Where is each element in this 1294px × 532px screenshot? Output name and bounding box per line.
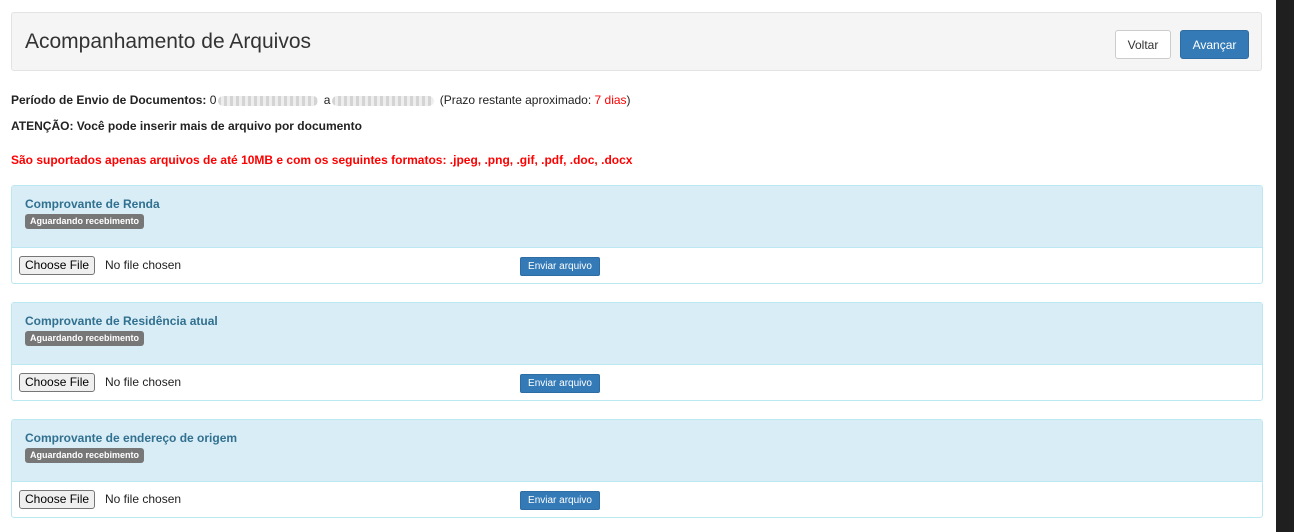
submission-period: Período de Envio de Documentos: 0 a (Pra… xyxy=(11,93,631,107)
document-title: Comprovante de endereço de origem xyxy=(25,431,238,445)
back-button[interactable]: Voltar xyxy=(1115,30,1171,59)
page: Acompanhamento de Arquivos Voltar Avança… xyxy=(0,0,1294,532)
status-badge: Aguardando recebimento xyxy=(25,448,145,463)
period-start-fragment: 0 xyxy=(209,93,217,107)
period-separator: a xyxy=(323,93,331,107)
deadline-value: 7 dias xyxy=(594,93,627,107)
document-panel-heading: Comprovante de Residência atual Aguardan… xyxy=(12,303,1262,365)
send-file-button[interactable]: Enviar arquivo xyxy=(520,257,600,276)
file-upload-row: Choose File No file chosen Enviar arquiv… xyxy=(12,482,1262,517)
file-status-label: No file chosen xyxy=(105,258,182,272)
choose-file-button[interactable]: Choose File xyxy=(19,490,96,509)
window-edge xyxy=(1276,0,1294,532)
status-badge: Aguardando recebimento xyxy=(25,214,145,229)
supported-formats-warning: São suportados apenas arquivos de até 10… xyxy=(11,153,633,167)
document-panel-heading: Comprovante de endereço de origem Aguard… xyxy=(12,420,1262,482)
document-title: Comprovante de Residência atual xyxy=(25,314,218,328)
document-title: Comprovante de Renda xyxy=(25,197,160,211)
send-file-button[interactable]: Enviar arquivo xyxy=(520,374,600,393)
period-label: Período de Envio de Documentos: xyxy=(11,93,207,107)
document-panel: Comprovante de Renda Aguardando recebime… xyxy=(11,185,1263,284)
choose-file-button[interactable]: Choose File xyxy=(19,373,96,392)
choose-file-button[interactable]: Choose File xyxy=(19,256,96,275)
status-badge: Aguardando recebimento xyxy=(25,331,145,346)
redacted-start-date xyxy=(218,95,319,106)
redacted-end-date xyxy=(332,95,435,106)
document-panel: Comprovante de endereço de origem Aguard… xyxy=(11,419,1263,518)
deadline-suffix: ) xyxy=(626,93,631,107)
next-button[interactable]: Avançar xyxy=(1180,30,1249,59)
file-upload-row: Choose File No file chosen Enviar arquiv… xyxy=(12,248,1262,283)
page-header: Acompanhamento de Arquivos Voltar Avança… xyxy=(11,12,1262,71)
file-status-label: No file chosen xyxy=(105,375,182,389)
attention-note: ATENÇÃO: Você pode inserir mais de arqui… xyxy=(11,119,362,133)
page-title: Acompanhamento de Arquivos xyxy=(25,30,312,53)
document-panel-heading: Comprovante de Renda Aguardando recebime… xyxy=(12,186,1262,248)
file-upload-row: Choose File No file chosen Enviar arquiv… xyxy=(12,365,1262,400)
send-file-button[interactable]: Enviar arquivo xyxy=(520,491,600,510)
deadline-prefix: (Prazo restante aproximado: xyxy=(439,93,592,107)
file-status-label: No file chosen xyxy=(105,492,182,506)
document-panel: Comprovante de Residência atual Aguardan… xyxy=(11,302,1263,401)
